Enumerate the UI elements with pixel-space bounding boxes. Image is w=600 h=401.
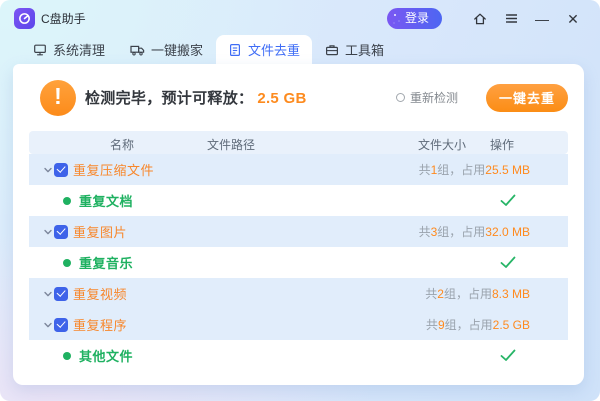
category-label: 重复音乐 — [79, 253, 133, 272]
col-header-action: 操作 — [490, 136, 514, 153]
size-summary: 共3组，占用32.0 MB — [419, 223, 568, 240]
checkbox-checked[interactable] — [54, 225, 68, 239]
file-icon — [228, 43, 242, 57]
menu-button[interactable] — [502, 10, 520, 28]
status-text: 检测完毕，预计可释放：2.5 GB — [85, 87, 307, 108]
app-logo-icon — [14, 8, 35, 29]
category-label: 其他文件 — [79, 346, 133, 365]
monitor-icon — [33, 43, 47, 57]
sparkle-icon — [394, 14, 396, 16]
minimize-icon: — — [535, 10, 549, 28]
refresh-circle-icon — [396, 93, 405, 102]
truck-icon — [130, 43, 145, 57]
summary-bar: ! 检测完毕，预计可释放：2.5 GB 重新检测 一键去重 — [13, 64, 584, 131]
tab-one-click-move[interactable]: 一键搬家 — [118, 35, 215, 64]
table-row-category[interactable]: 重复图片 共3组，占用32.0 MB — [29, 216, 568, 247]
tab-label: 一键搬家 — [151, 40, 203, 59]
checkbox-checked[interactable] — [54, 318, 68, 332]
app-title: C盘助手 — [41, 10, 86, 27]
recheck-button[interactable]: 重新检测 — [396, 89, 458, 106]
table-row-category[interactable]: 重复视频 共2组，占用8.3 MB — [29, 278, 568, 309]
tab-label: 系统清理 — [53, 40, 105, 59]
table-row-clean[interactable]: 重复文档 — [29, 185, 568, 216]
col-header-name: 名称 — [110, 136, 134, 153]
dedupe-button[interactable]: 一键去重 — [486, 84, 568, 112]
menu-icon — [504, 11, 519, 26]
close-icon: ✕ — [567, 10, 579, 28]
login-button[interactable]: 登录 — [387, 8, 442, 29]
tab-file-dedupe[interactable]: 文件去重 — [216, 35, 312, 64]
category-label: 重复视频 — [73, 284, 127, 303]
category-label: 重复压缩文件 — [73, 160, 154, 179]
titlebar: C盘助手 登录 — ✕ — [0, 0, 600, 35]
home-button[interactable] — [471, 10, 489, 28]
table-row-category[interactable]: 重复压缩文件 共1组，占用25.5 MB — [29, 154, 568, 185]
tab-system-clean[interactable]: 系统清理 — [21, 35, 117, 64]
checkbox-checked[interactable] — [54, 287, 68, 301]
checkbox-checked[interactable] — [54, 163, 68, 177]
recheck-label: 重新检测 — [410, 89, 458, 106]
green-dot-icon — [63, 197, 71, 205]
tab-label: 工具箱 — [345, 40, 384, 59]
tab-label: 文件去重 — [248, 40, 300, 59]
table-header: 名称 文件路径 文件大小 操作 — [29, 131, 568, 154]
minimize-button[interactable]: — — [533, 10, 551, 28]
size-summary: 共2组，占用8.3 MB — [425, 285, 568, 302]
table-row-clean[interactable]: 重复音乐 — [29, 247, 568, 278]
category-label: 重复图片 — [73, 222, 127, 241]
tab-toolbox[interactable]: 工具箱 — [313, 35, 396, 64]
category-label: 重复程序 — [73, 315, 127, 334]
table-row-category[interactable]: 重复程序 共9组，占用2.5 GB — [29, 309, 568, 340]
toolbox-icon — [325, 43, 339, 57]
green-dot-icon — [63, 259, 71, 267]
releasable-size-value: 2.5 GB — [257, 90, 306, 107]
chevron-down-icon[interactable] — [43, 289, 54, 299]
col-header-size: 文件大小 — [418, 136, 466, 153]
warning-icon: ! — [40, 80, 76, 116]
col-header-path: 文件路径 — [207, 136, 255, 153]
login-label: 登录 — [405, 11, 429, 25]
dedupe-table: 名称 文件路径 文件大小 操作 重复压缩文件 共1组，占用25.5 MB 重复文… — [29, 131, 568, 371]
size-summary: 共9组，占用2.5 GB — [426, 316, 568, 333]
table-body: 重复压缩文件 共1组，占用25.5 MB 重复文档 重复图片 共3组，占用32.… — [29, 154, 568, 371]
green-dot-icon — [63, 352, 71, 360]
tab-bar: 系统清理 一键搬家 文件去重 — [0, 35, 600, 64]
close-button[interactable]: ✕ — [564, 10, 582, 28]
checkmark-icon — [500, 256, 516, 269]
checkmark-icon — [500, 194, 516, 207]
app-window: C盘助手 登录 — ✕ — [0, 0, 600, 401]
chevron-down-icon[interactable] — [43, 165, 54, 175]
chevron-down-icon[interactable] — [43, 227, 54, 237]
home-icon — [472, 11, 488, 27]
main-panel: ! 检测完毕，预计可释放：2.5 GB 重新检测 一键去重 名称 文件路径 文件… — [13, 64, 584, 385]
chevron-down-icon[interactable] — [43, 320, 54, 330]
checkmark-icon — [500, 349, 516, 362]
category-label: 重复文档 — [79, 191, 133, 210]
size-summary: 共1组，占用25.5 MB — [419, 161, 568, 178]
table-row-clean[interactable]: 其他文件 — [29, 340, 568, 371]
